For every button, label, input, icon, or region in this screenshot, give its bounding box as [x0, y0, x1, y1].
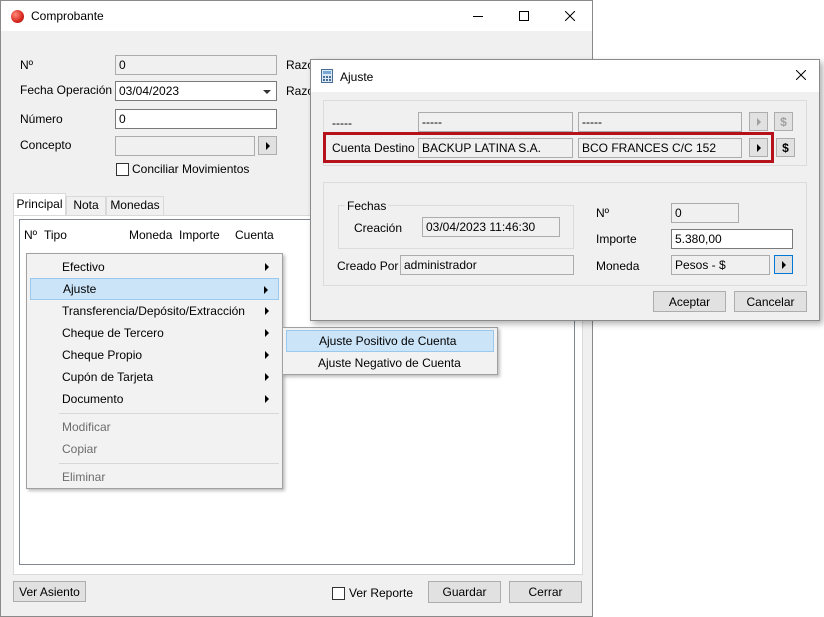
importe-label: Importe	[596, 232, 637, 246]
column-header-cuenta[interactable]: Cuenta	[235, 228, 274, 242]
menu-item-cheque-tercero[interactable]: Cheque de Tercero	[30, 322, 279, 344]
chevron-right-icon	[264, 286, 268, 294]
context-menu: Efectivo Ajuste Transferencia/Depósito/E…	[26, 253, 283, 489]
creado-por-field[interactable]: administrador	[400, 255, 574, 275]
play-icon	[265, 141, 270, 150]
chevron-right-icon	[265, 351, 269, 359]
cuenta-destino-razon-field[interactable]: BACKUP LATINA S.A.	[418, 138, 573, 158]
creacion-field[interactable]: 03/04/2023 11:46:30	[422, 217, 560, 237]
cuenta-destino-cuenta-field[interactable]: BCO FRANCES C/C 152	[578, 138, 742, 158]
numero-field[interactable]: 0	[115, 109, 277, 129]
ver-asiento-button[interactable]: Ver Asiento	[13, 581, 86, 602]
menu-item-efectivo[interactable]: Efectivo	[30, 256, 279, 278]
app-icon	[11, 10, 24, 23]
moneda-browse-button[interactable]	[774, 255, 793, 274]
chevron-right-icon	[265, 263, 269, 271]
cuenta-destino-currency-button[interactable]: $	[776, 138, 795, 157]
menu-item-ajuste-negativo[interactable]: Ajuste Negativo de Cuenta	[286, 352, 494, 374]
creado-por-label: Creado Por	[337, 259, 399, 273]
column-header-tipo[interactable]: Tipo	[44, 228, 67, 242]
fecha-operacion-value: 03/04/2023	[119, 84, 180, 98]
menu-item-ajuste[interactable]: Ajuste	[30, 278, 279, 300]
ajuste-n-label: Nº	[596, 206, 610, 220]
fecha-operacion-label: Fecha Operación	[20, 83, 113, 97]
conciliar-label: Conciliar Movimientos	[132, 162, 250, 176]
fechas-group-title: Fechas	[345, 199, 389, 213]
minimize-button[interactable]	[455, 1, 501, 31]
dialog-close-button[interactable]	[783, 60, 819, 90]
menu-item-documento[interactable]: Documento	[30, 388, 279, 410]
ajuste-submenu: Ajuste Positivo de Cuenta Ajuste Negativ…	[282, 327, 498, 375]
menu-item-cheque-propio[interactable]: Cheque Propio	[30, 344, 279, 366]
menu-item-transferencia[interactable]: Transferencia/Depósito/Extracción	[30, 300, 279, 322]
ver-reporte-label: Ver Reporte	[349, 586, 414, 600]
moneda-label: Moneda	[596, 259, 640, 273]
play-icon	[781, 260, 786, 269]
row1-currency-button[interactable]: $	[774, 112, 793, 131]
chevron-right-icon	[265, 329, 269, 337]
chevron-right-icon	[265, 373, 269, 381]
fecha-operacion-picker[interactable]: 03/04/2023	[115, 81, 277, 101]
close-icon	[796, 70, 806, 80]
column-header-moneda[interactable]: Moneda	[129, 228, 172, 242]
maximize-icon	[519, 11, 529, 21]
column-header-n[interactable]: Nº	[24, 228, 37, 242]
ajuste-n-field[interactable]: 0	[671, 203, 739, 223]
minimize-icon	[473, 16, 483, 17]
cerrar-button[interactable]: Cerrar	[509, 581, 582, 603]
ver-reporte-checkbox[interactable]	[332, 587, 345, 600]
calculator-icon	[321, 69, 333, 83]
maximize-button[interactable]	[501, 1, 547, 31]
chevron-down-icon	[263, 90, 271, 94]
concepto-label: Concepto	[20, 138, 72, 152]
ajuste-dialog: Ajuste ----- ----- ----- $ Cuenta Destin…	[310, 59, 820, 321]
row1-browse-button[interactable]	[749, 112, 768, 131]
close-icon	[565, 11, 575, 21]
chevron-right-icon	[265, 395, 269, 403]
title-bar[interactable]: Comprobante	[1, 1, 592, 31]
n-label: Nº	[20, 58, 34, 72]
n-field[interactable]: 0	[115, 55, 277, 75]
menu-item-ajuste-positivo[interactable]: Ajuste Positivo de Cuenta	[286, 330, 494, 352]
column-header-importe[interactable]: Importe	[179, 228, 220, 242]
creacion-label: Creación	[354, 221, 403, 235]
importe-field[interactable]: 5.380,00	[671, 229, 793, 249]
play-icon	[756, 143, 761, 152]
menu-item-cupon-tarjeta[interactable]: Cupón de Tarjeta	[30, 366, 279, 388]
guardar-button[interactable]: Guardar	[428, 581, 501, 603]
menu-item-copiar[interactable]: Copiar	[30, 438, 279, 460]
menu-item-modificar[interactable]: Modificar	[30, 416, 279, 438]
moneda-field[interactable]: Pesos - $	[671, 255, 770, 275]
menu-separator	[59, 413, 279, 414]
cuenta-destino-label: Cuenta Destino	[332, 141, 415, 155]
menu-separator	[59, 463, 279, 464]
tab-monedas[interactable]: Monedas	[106, 196, 164, 216]
concepto-browse-button[interactable]	[258, 136, 277, 155]
aceptar-button[interactable]: Aceptar	[653, 291, 726, 312]
concepto-field[interactable]	[115, 136, 255, 156]
close-button[interactable]	[547, 1, 593, 31]
row1-field-1[interactable]: -----	[418, 112, 573, 132]
dialog-title-bar[interactable]: Ajuste	[311, 60, 819, 92]
chevron-right-icon	[265, 307, 269, 315]
play-icon	[756, 117, 761, 126]
menu-item-eliminar[interactable]: Eliminar	[30, 466, 279, 488]
numero-label: Número	[20, 112, 63, 126]
cancelar-button[interactable]: Cancelar	[734, 291, 807, 312]
row1-field-2[interactable]: -----	[578, 112, 742, 132]
cuenta-destino-browse-button[interactable]	[749, 138, 768, 157]
dialog-title: Ajuste	[340, 70, 374, 84]
row1-label: -----	[332, 116, 352, 130]
tab-principal[interactable]: Principal	[13, 193, 66, 216]
tab-nota[interactable]: Nota	[66, 196, 106, 216]
window-title: Comprobante	[31, 9, 104, 23]
conciliar-checkbox[interactable]	[116, 163, 129, 176]
